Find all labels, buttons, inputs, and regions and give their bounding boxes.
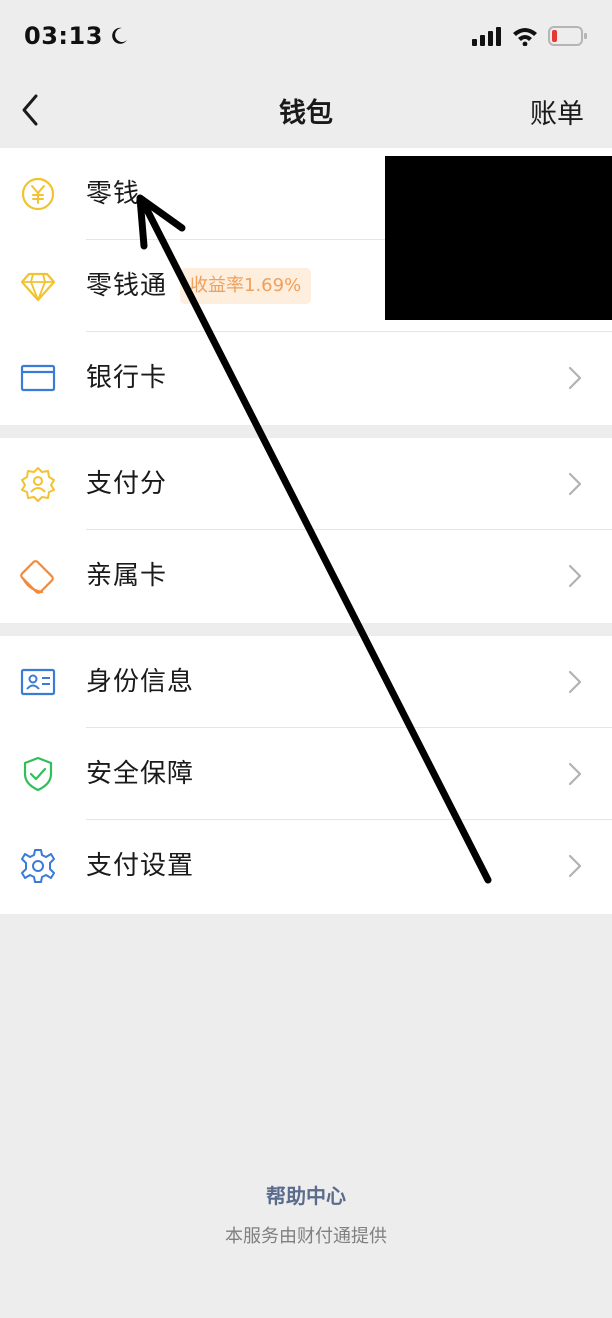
battery-icon [548, 26, 587, 46]
provider-note: 本服务由财付通提供 [225, 1226, 387, 1247]
list-item-label: 支付设置 [86, 851, 195, 881]
page-title: 钱包 [279, 97, 333, 129]
bank-card-icon [20, 364, 56, 392]
gear-icon [21, 849, 55, 883]
chevron-right-icon [568, 564, 582, 588]
list-item-label: 亲属卡 [86, 561, 168, 591]
signal-icon [472, 27, 501, 46]
list-item-security[interactable]: 安全保障 [0, 728, 612, 820]
list-item-label: 身份信息 [86, 667, 195, 697]
chevron-right-icon [568, 762, 582, 786]
id-card-icon [20, 668, 56, 696]
list-item-label: 安全保障 [86, 759, 195, 789]
shield-check-icon [23, 756, 53, 792]
pay-score-icon [21, 467, 55, 502]
yield-badge: 收益率1.69% [180, 268, 312, 304]
moon-icon [112, 27, 127, 44]
list-item-family-card[interactable]: 亲属卡 [0, 530, 612, 622]
list-item-pay-score[interactable]: 支付分 [0, 438, 612, 530]
list-item-label: 零钱通 [86, 271, 168, 301]
status-bar: 03:13 [0, 0, 612, 76]
wallet-group-credit: 支付分 亲属卡 [0, 438, 612, 623]
list-item-label: 零钱 [86, 179, 141, 209]
chevron-right-icon [568, 366, 582, 390]
redaction-box [385, 156, 612, 320]
wallet-group-settings: 身份信息 安全保障 支付设置 [0, 636, 612, 914]
nav-bar: 钱包 账单 [0, 76, 612, 144]
list-item-bank-card[interactable]: 银行卡 [0, 332, 612, 424]
list-item-label: 支付分 [86, 469, 168, 499]
list-item-label: 银行卡 [86, 363, 168, 393]
list-item-identity[interactable]: 身份信息 [0, 636, 612, 728]
status-left: 03:13 [24, 22, 129, 50]
list-item-pay-settings[interactable]: 支付设置 [0, 820, 612, 912]
yuan-coin-icon [21, 177, 55, 211]
diamond-icon [20, 272, 56, 302]
status-right [472, 26, 588, 46]
chevron-right-icon [568, 472, 582, 496]
chevron-right-icon [568, 854, 582, 878]
chevron-left-icon[interactable] [16, 92, 46, 128]
family-card-icon [20, 560, 54, 594]
status-time: 03:13 [24, 22, 103, 50]
chevron-right-icon [568, 670, 582, 694]
bill-button[interactable]: 账单 [530, 92, 584, 131]
help-center-link[interactable]: 帮助中心 [0, 1180, 612, 1209]
wifi-icon [513, 28, 537, 46]
